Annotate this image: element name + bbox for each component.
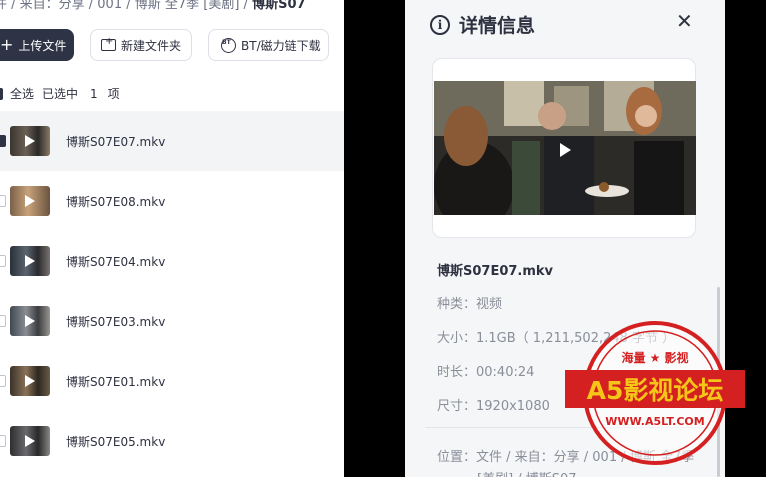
row-checkbox[interactable] (0, 375, 6, 387)
play-icon (25, 255, 35, 267)
row-checkbox[interactable] (0, 135, 6, 147)
file-row[interactable]: 博斯S07E07.mkv (0, 111, 344, 171)
new-folder-button[interactable]: 新建文件夹 (90, 29, 192, 61)
new-folder-icon (101, 36, 116, 51)
bt-icon: BT (221, 37, 236, 53)
play-icon (560, 143, 571, 157)
video-preview[interactable] (434, 81, 696, 215)
watermark-top-text: 海量 ★ 影视 (621, 350, 688, 365)
file-name[interactable]: 博斯S07E01.mkv (66, 373, 165, 390)
video-thumbnail (10, 426, 50, 456)
upload-label: 上传文件 (18, 38, 67, 53)
details-title: i 详情信息 (430, 11, 535, 38)
play-icon (25, 135, 35, 147)
bt-download-button[interactable]: BT BT/磁力链下载 (208, 29, 329, 61)
breadcrumb: 件 / 来自：分享 / 001 / 博斯 全7季 [美剧] / 博斯S07 (0, 0, 306, 12)
video-thumbnail (10, 306, 50, 336)
row-checkbox[interactable] (0, 315, 6, 327)
selected-count: 1 (90, 86, 98, 101)
row-checkbox[interactable] (0, 195, 6, 207)
watermark-url: WWW.A5LT.COM (605, 415, 704, 428)
detail-duration: 时长：00:40:24 (437, 365, 535, 380)
row-checkbox[interactable] (0, 255, 6, 267)
file-name[interactable]: 博斯S07E08.mkv (66, 193, 165, 210)
new-folder-label: 新建文件夹 (121, 38, 182, 53)
details-title-text: 详情信息 (459, 15, 536, 37)
file-rows: 博斯S07E07.mkv 博斯S07E08.mkv 博斯S07E04.mkv 博… (0, 111, 344, 471)
file-row[interactable]: 博斯S07E01.mkv (0, 351, 344, 411)
file-row[interactable]: 博斯S07E08.mkv (0, 171, 344, 231)
watermark-stamp: 海量 ★ 影视 A5影视论坛 WWW.A5LT.COM (563, 318, 748, 468)
breadcrumb-path[interactable]: 件 / 来自：分享 / 001 / 博斯 全7季 [美剧] / (0, 0, 252, 12)
video-thumbnail (10, 126, 50, 156)
detail-file-name: 博斯S07E07.mkv (437, 264, 554, 279)
play-icon (25, 315, 35, 327)
file-name[interactable]: 博斯S07E07.mkv (66, 133, 165, 150)
breadcrumb-current: 博斯S07 (252, 0, 306, 12)
play-icon (25, 375, 35, 387)
preview-card (432, 58, 696, 238)
selected-prefix: 已选中 (42, 87, 79, 101)
file-name[interactable]: 博斯S07E04.mkv (66, 253, 165, 270)
selected-suffix: 项 (107, 87, 120, 101)
video-thumbnail (10, 246, 50, 276)
watermark-main-text: A5影视论坛 (587, 376, 724, 405)
upload-button[interactable]: + 上传文件 (0, 29, 74, 61)
detail-resolution: 尺寸：1920x1080 (437, 399, 550, 414)
file-row[interactable]: 博斯S07E04.mkv (0, 231, 344, 291)
file-list-pane: 件 / 来自：分享 / 001 / 博斯 全7季 [美剧] / 博斯S07 + … (0, 0, 344, 477)
play-icon (25, 435, 35, 447)
video-thumbnail (10, 366, 50, 396)
row-checkbox[interactable] (0, 435, 6, 447)
detail-type: 种类：视频 (437, 297, 503, 312)
select-all-label[interactable]: 全选 (10, 85, 34, 102)
info-icon: i (430, 14, 450, 35)
file-name[interactable]: 博斯S07E03.mkv (66, 313, 165, 330)
close-icon[interactable]: ✕ (676, 9, 693, 33)
file-name[interactable]: 博斯S07E05.mkv (66, 433, 165, 450)
select-all-checkbox[interactable] (0, 87, 3, 100)
plus-icon: + (0, 35, 14, 54)
video-thumbnail (10, 186, 50, 216)
selection-bar: 全选 已选中 1 项 (0, 85, 120, 102)
file-row[interactable]: 博斯S07E03.mkv (0, 291, 344, 351)
detail-location-cont: [美剧] / 博斯S07 (477, 468, 577, 477)
bt-download-label: BT/磁力链下载 (241, 38, 321, 53)
file-row[interactable]: 博斯S07E05.mkv (0, 411, 344, 471)
play-icon (25, 195, 35, 207)
